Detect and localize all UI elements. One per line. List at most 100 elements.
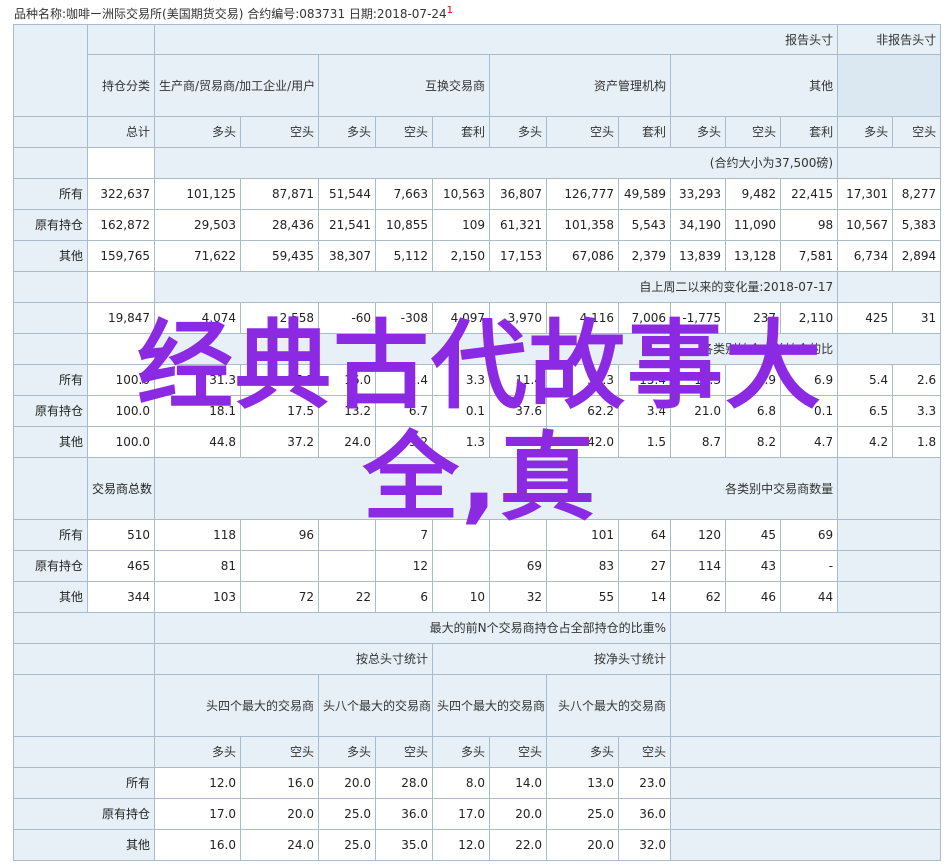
table-cell: 6.8: [725, 395, 781, 427]
table-cell: 44.8: [154, 426, 241, 458]
table-cell: 5,383: [892, 209, 942, 241]
table-cell: 16.0: [318, 364, 376, 396]
table-cell: 38,307: [318, 240, 376, 272]
table-cell: 8.2: [725, 426, 781, 458]
table-cell: 4,116: [546, 302, 619, 334]
table-cell: 17.0: [154, 798, 241, 830]
table-cell: 34,190: [670, 209, 726, 241]
table-cell: 71,622: [154, 240, 241, 272]
table-cell: 31: [892, 302, 942, 334]
table-cell: 100.0: [87, 395, 155, 427]
table-cell: 3.3: [432, 364, 490, 396]
table-cell: 28.0: [375, 767, 433, 799]
table-cell: 7: [375, 519, 433, 551]
blank-cell: [87, 24, 155, 55]
table-cell: 36.0: [375, 798, 433, 830]
table-cell: 10,855: [375, 209, 433, 241]
table-cell: 7,006: [618, 302, 671, 334]
table-cell: 33,293: [670, 178, 726, 210]
total-header: 总计: [87, 116, 155, 148]
table-cell: 35.0: [375, 829, 433, 861]
blank-cell: [13, 116, 88, 148]
net-position-header: 按净头寸统计: [432, 643, 671, 675]
table-cell: 44: [779, 581, 839, 613]
table-cell: 20.0: [489, 798, 547, 830]
table-cell: 2.6: [892, 364, 942, 396]
table-cell: 62.2: [546, 395, 619, 427]
blank-cell: [13, 674, 155, 737]
table-cell: 6.5: [837, 395, 894, 427]
blank-cell: [87, 333, 155, 365]
table-cell: 2,150: [432, 240, 490, 272]
col-short: 空头: [375, 736, 433, 768]
table-cell: 61,321: [489, 209, 547, 241]
concentration-title: 最大的前N个交易商持仓占全部持仓的比重%: [154, 612, 671, 644]
table-cell: 114: [670, 550, 726, 582]
table-cell: [240, 550, 319, 582]
table-cell: 11,090: [725, 209, 781, 241]
table-cell: 96: [240, 519, 319, 551]
table-cell: 27.2: [240, 364, 319, 396]
col-long: 多头: [318, 116, 376, 148]
row-label: 原有持仓: [13, 395, 88, 427]
table-cell: 3.4: [618, 395, 671, 427]
table-cell: 120: [670, 519, 726, 551]
table-cell: 237: [725, 302, 781, 334]
blank-cell: [837, 581, 942, 613]
table-cell: 43: [725, 550, 781, 582]
table-cell: 10.7: [489, 426, 547, 458]
row-label: 原有持仓: [13, 209, 88, 241]
table-cell: 13.2: [318, 395, 376, 427]
table-cell: 2.4: [375, 364, 433, 396]
table-cell: 6,734: [837, 240, 894, 272]
blank-cell: [669, 612, 942, 644]
table-cell: 4,097: [432, 302, 490, 334]
table-cell: 67,086: [546, 240, 619, 272]
table-cell: 64: [618, 519, 671, 551]
col-long: 多头: [546, 736, 619, 768]
swap-dealer-header: 互换交易商: [318, 54, 490, 117]
table-cell: 100.0: [87, 364, 155, 396]
table-cell: [489, 519, 547, 551]
table-cell: 83: [546, 550, 619, 582]
table-cell: 2,894: [892, 240, 942, 272]
col-short: 空头: [892, 116, 942, 148]
table-cell: 45: [725, 519, 781, 551]
table-cell: 18.1: [154, 395, 241, 427]
other-reportable-header: 其他: [669, 54, 839, 117]
table-cell: 27: [618, 550, 671, 582]
table-cell: 126,777: [546, 178, 619, 210]
blank-cell: [13, 612, 155, 644]
table-cell: 17,153: [489, 240, 547, 272]
table-cell: 465: [87, 550, 155, 582]
table-cell: 7,663: [375, 178, 433, 210]
blank-cell: [669, 674, 942, 737]
table-cell: 118: [154, 519, 241, 551]
table-cell: 69: [489, 550, 547, 582]
table-cell: 322,637: [87, 178, 155, 210]
blank-cell: [837, 147, 942, 179]
table-cell: -308: [375, 302, 433, 334]
table-cell: 162,872: [87, 209, 155, 241]
table-cell: 22,415: [779, 178, 839, 210]
col-long: 多头: [432, 736, 490, 768]
report-positions-header: 报告头寸: [153, 24, 839, 55]
table-cell: 6: [375, 581, 433, 613]
blank-cell: [837, 271, 942, 303]
table-cell: [432, 550, 490, 582]
table-cell: 12.0: [432, 829, 490, 861]
col-long: 多头: [154, 736, 241, 768]
row-label: 所有: [13, 767, 155, 799]
table-cell: 25.0: [318, 829, 376, 861]
table-cell: 87,871: [240, 178, 319, 210]
blank-cell: [87, 271, 155, 303]
table-cell: 15.4: [618, 364, 671, 396]
cot-table: 报告头寸 非报告头寸 持仓分类 生产商/贸易商/加工企业/用户 互换交易商 资产…: [13, 24, 942, 861]
blank-cell: [669, 829, 942, 861]
table-cell: 20.0: [318, 767, 376, 799]
col-spread: 套利: [432, 116, 490, 148]
table-cell: 10,567: [837, 209, 894, 241]
blank-cell: [87, 147, 155, 179]
table-cell: 17,301: [837, 178, 894, 210]
table-cell: 101,125: [154, 178, 241, 210]
